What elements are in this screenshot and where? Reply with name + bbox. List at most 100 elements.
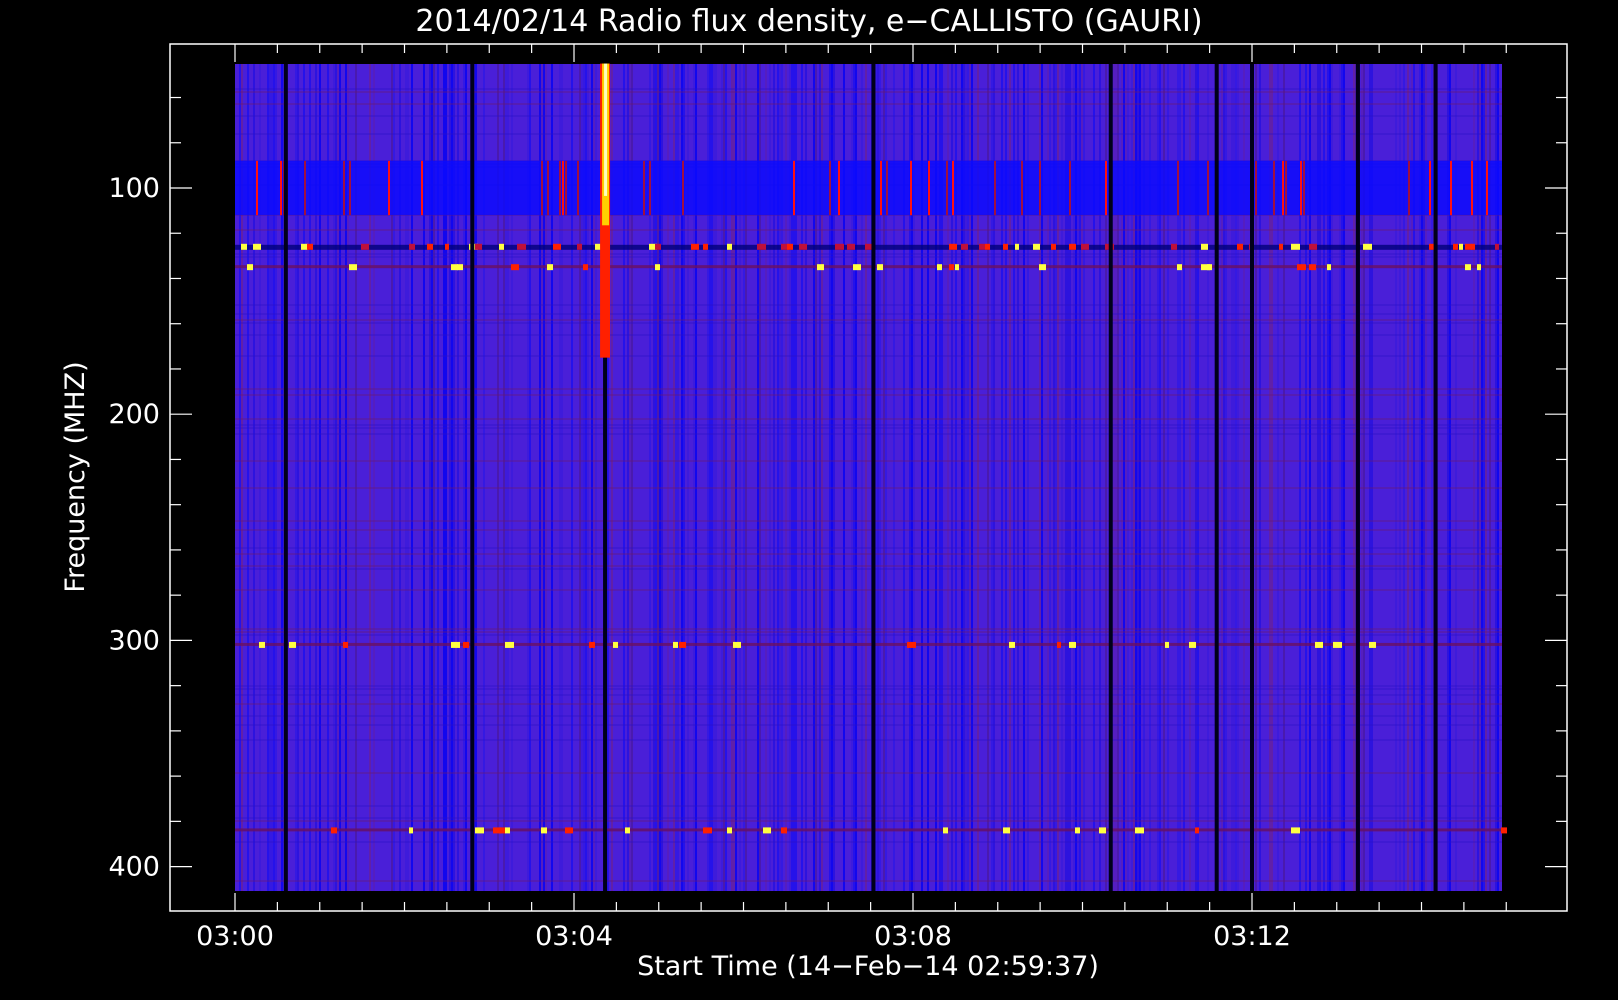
band-streak (1207, 160, 1209, 216)
rfi-spot (1459, 243, 1463, 250)
rfi-spot (1237, 243, 1243, 250)
heatmap-row (235, 589, 1502, 591)
heatmap-row (235, 322, 1502, 324)
band-streak (343, 160, 345, 216)
rfi-spot (1291, 243, 1300, 250)
dark-time-gap (1250, 64, 1254, 891)
rfi-spot (1279, 243, 1283, 250)
rfi-spot (817, 264, 824, 271)
rfi-spot (1495, 243, 1499, 250)
band-streak (1408, 160, 1410, 216)
rfi-spot (727, 243, 732, 250)
band-streak (1471, 160, 1473, 216)
heatmap-row (235, 103, 1502, 105)
band-streak (1300, 160, 1302, 216)
x-tick-label: 03:04 (535, 921, 613, 952)
rfi-spot (979, 243, 985, 250)
rfi-spot (301, 243, 308, 250)
band-streak (547, 160, 549, 216)
rfi-spot (1195, 827, 1199, 834)
rfi-spot (307, 243, 313, 250)
rfi-spot (757, 243, 766, 250)
heatmap-row (235, 88, 1502, 90)
heatmap-row (235, 553, 1502, 555)
rfi-spot (1465, 264, 1471, 271)
band-streak (1105, 160, 1107, 216)
heatmap-row (235, 817, 1502, 819)
rfi-spot (907, 641, 916, 648)
rfi-spot (1171, 243, 1177, 250)
heatmap-row (235, 394, 1502, 396)
band-streak (928, 160, 930, 216)
y-tick-label: 200 (108, 399, 160, 430)
heatmap-row (235, 805, 1502, 807)
dark-time-gap (1214, 64, 1219, 891)
rfi-spot (1465, 243, 1472, 250)
band-streak (1303, 160, 1305, 216)
heatmap-row (235, 418, 1502, 420)
heatmap-row (235, 841, 1502, 843)
rfi-spot (655, 264, 660, 271)
heatmap-row (235, 355, 1502, 357)
rfi-spot (331, 827, 337, 834)
rfi-spot (961, 243, 968, 250)
heatmap-row (235, 547, 1502, 549)
rfi-spot (1189, 641, 1196, 648)
spectrogram-chart: 2014/02/14 Radio flux density, e−CALLIST… (0, 0, 1618, 1000)
y-tick-label: 300 (108, 625, 160, 656)
heatmap-row (235, 628, 1502, 630)
rfi-spot (853, 264, 861, 271)
rfi-spot (259, 641, 265, 648)
rfi-spot (583, 264, 588, 271)
heatmap-row (235, 820, 1502, 822)
heatmap-image (235, 63, 1507, 891)
rfi-spot (541, 827, 547, 834)
dark-time-gap (283, 64, 288, 891)
heatmap-row (235, 433, 1502, 435)
rfi-spot (847, 243, 855, 250)
rfi-spot (691, 243, 699, 250)
rfi-spot (985, 243, 990, 250)
band-streak (421, 160, 423, 216)
heatmap-row (235, 688, 1502, 690)
rfi-spot (877, 264, 883, 271)
rfi-spot (289, 641, 296, 648)
burst-peak (604, 63, 608, 196)
dark-time-gap (1108, 64, 1113, 891)
band-streak (562, 160, 564, 216)
rfi-spot (565, 827, 573, 834)
rfi-spot (673, 641, 678, 648)
rfi-spot (1291, 827, 1300, 834)
chart-title: 2014/02/14 Radio flux density, e−CALLIST… (415, 4, 1202, 39)
rfi-spot (349, 264, 357, 271)
heatmap-row (235, 427, 1502, 429)
band-streak (541, 160, 543, 216)
rfi-spot (625, 827, 630, 834)
rfi-spot (517, 243, 526, 250)
heatmap-row (235, 460, 1502, 462)
rfi-spot (1207, 264, 1212, 271)
dark-time-gap (871, 64, 876, 891)
rfi-spot (589, 641, 595, 648)
rfi-spot (1081, 243, 1089, 250)
rfi-spot (241, 243, 247, 250)
rfi-spot (409, 827, 413, 834)
band-streak (388, 160, 390, 216)
rfi-spot (547, 264, 553, 271)
rfi-spot (1453, 243, 1458, 250)
rfi-spot (505, 641, 514, 648)
dark-time-gap (470, 64, 475, 891)
heatmap-row (235, 388, 1502, 390)
heatmap-row (235, 694, 1502, 696)
rfi-spot (505, 827, 510, 834)
rfi-spot (1099, 827, 1106, 834)
rfi-spot (463, 641, 469, 648)
rfi-spot (1501, 827, 1507, 834)
rfi-spot (427, 243, 433, 250)
band-streak (577, 160, 579, 216)
rfi-spot (943, 827, 948, 834)
rfi-line (235, 642, 1502, 646)
heatmap-row (235, 772, 1502, 774)
rfi-spot (733, 641, 741, 648)
rfi-spot (949, 243, 957, 250)
